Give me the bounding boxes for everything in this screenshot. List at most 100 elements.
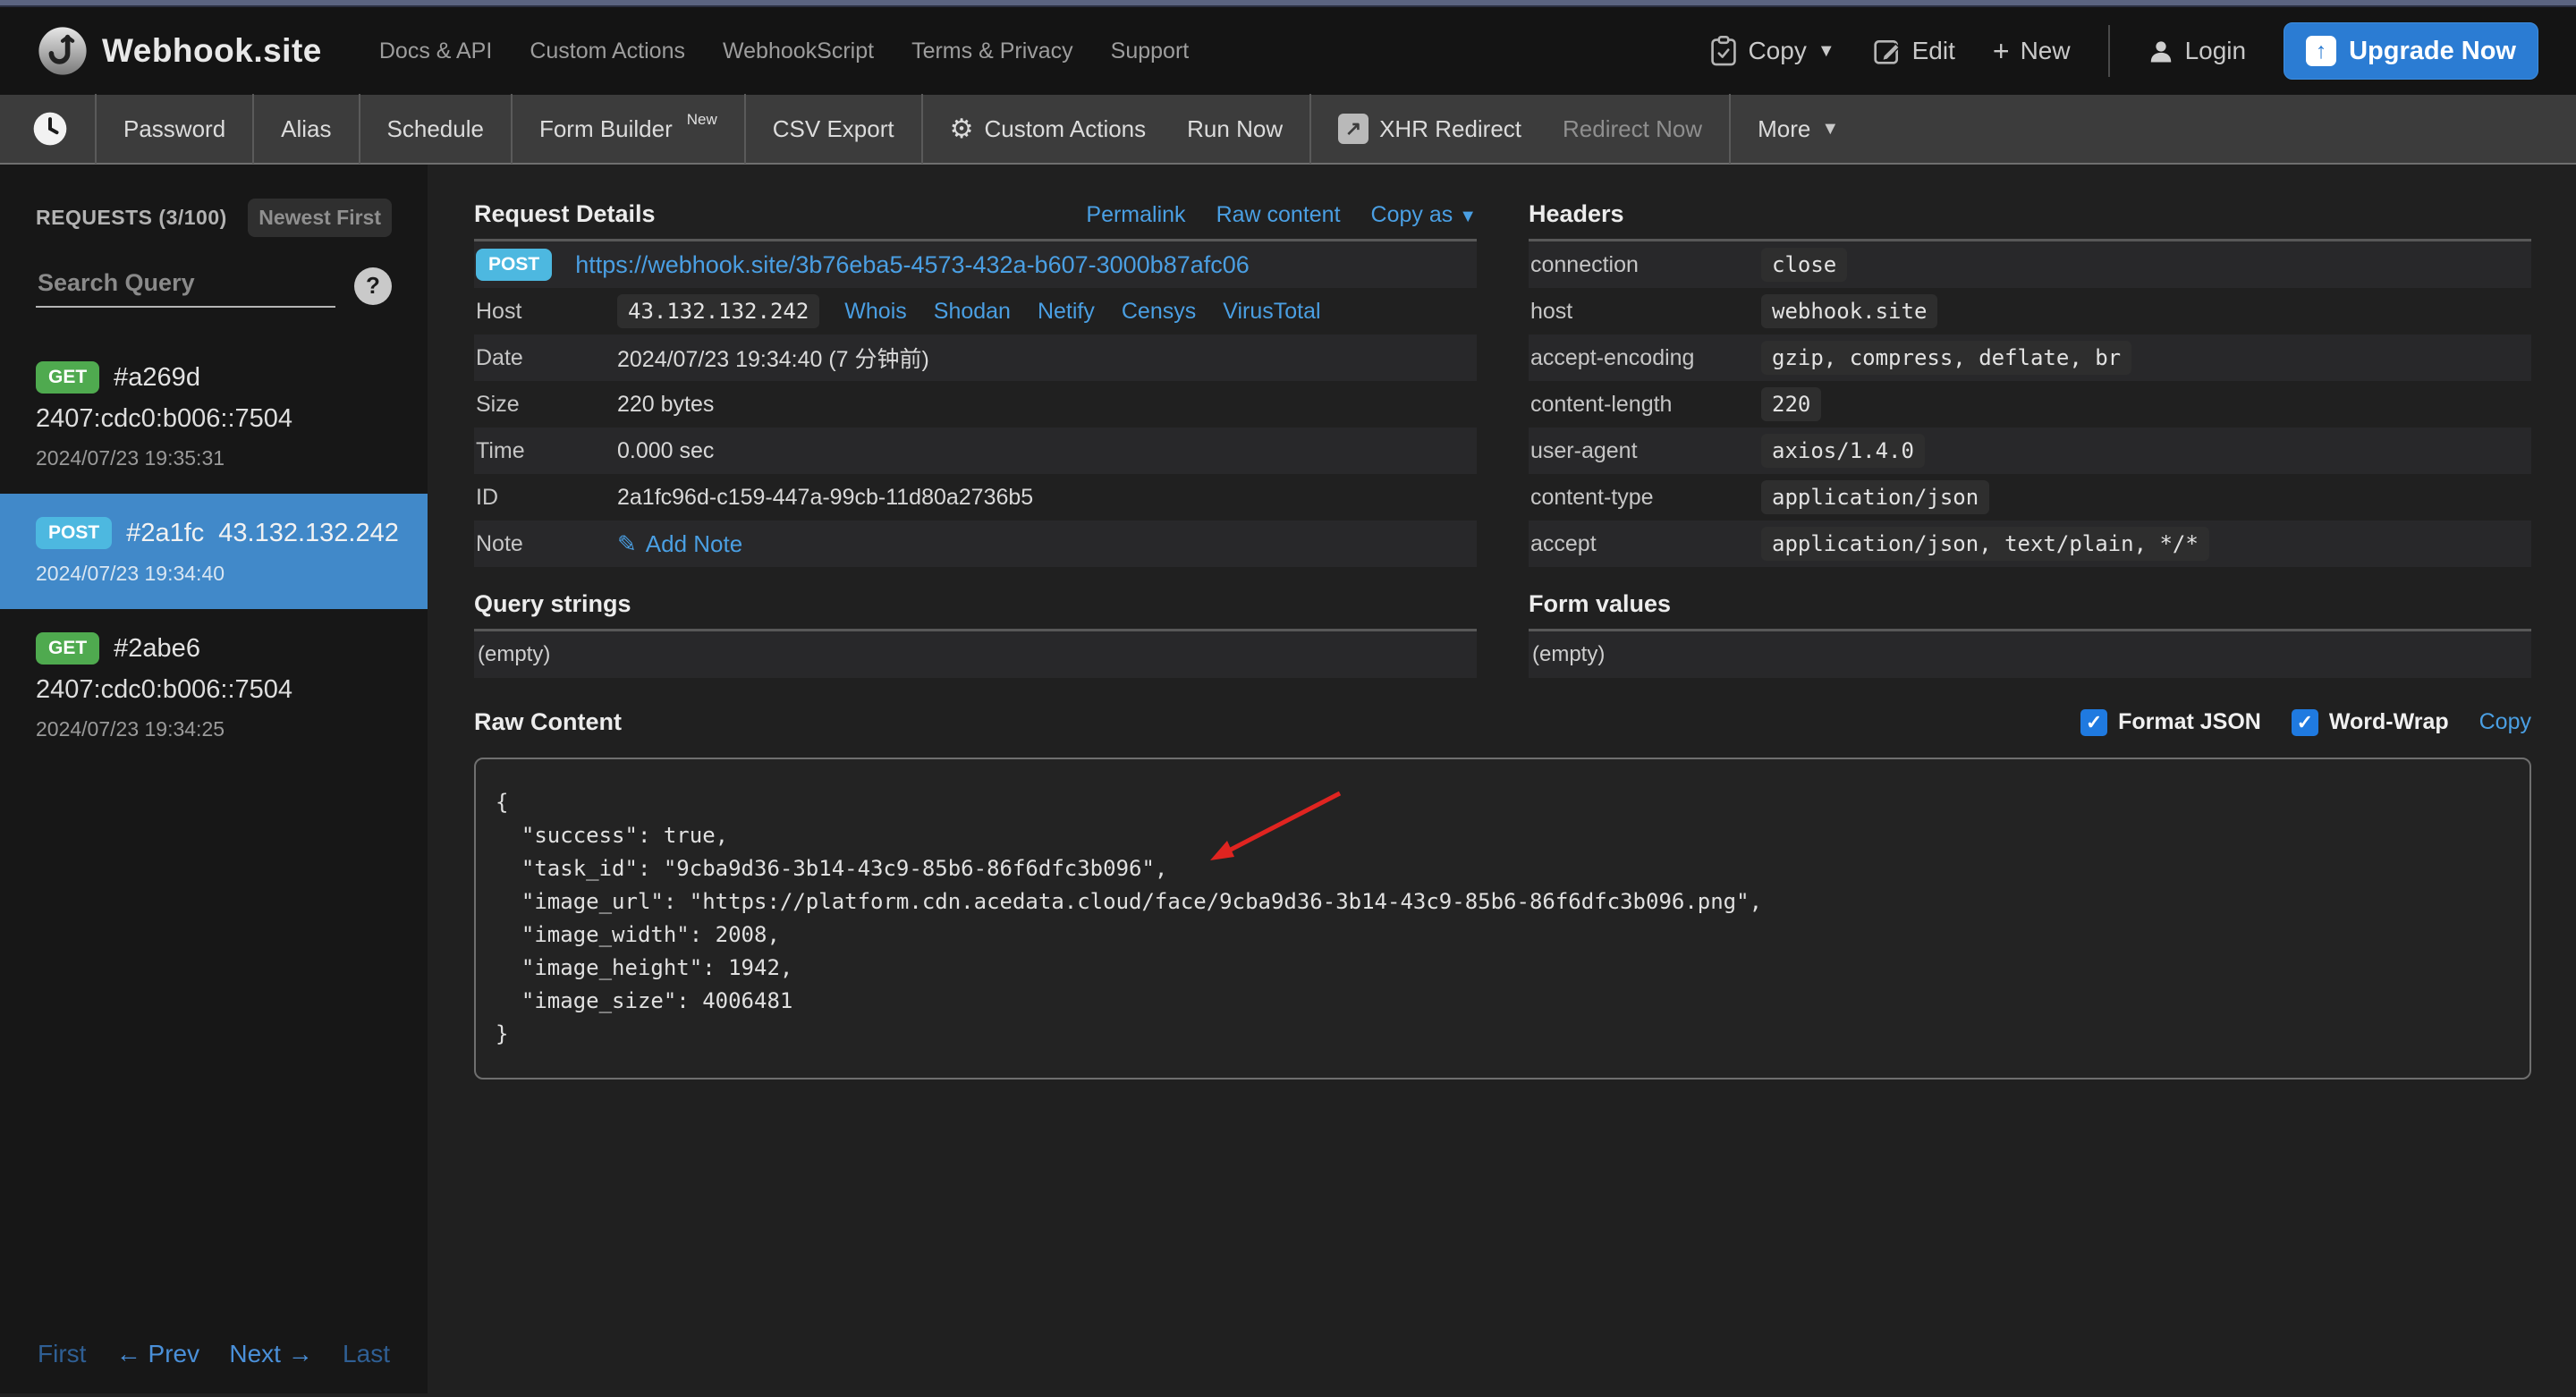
raw-content-box: { "success": true, "task_id": "9cba9d36-…	[474, 758, 2531, 1080]
toolbar-form-builder[interactable]: Form Builder New	[539, 115, 717, 143]
censys-link[interactable]: Censys	[1122, 299, 1196, 325]
form-builder-new-badge: New	[687, 111, 717, 129]
table-row-header: user-agent axios/1.4.0	[1529, 428, 2531, 474]
header-value: application/json, text/plain, */*	[1761, 527, 2209, 561]
search-input[interactable]	[36, 264, 335, 308]
nav-link-terms-privacy[interactable]: Terms & Privacy	[911, 38, 1073, 64]
table-row-time: Time 0.000 sec	[474, 428, 1477, 474]
header-name: accept-encoding	[1530, 345, 1761, 371]
pagination-prev[interactable]: ← Prev	[116, 1340, 199, 1368]
method-badge-post: POST	[476, 249, 552, 281]
copy-as-dropdown[interactable]: Copy as ▼	[1371, 202, 1477, 228]
request-id: #2a1fc	[126, 519, 204, 548]
upgrade-now-button[interactable]: ↑ Upgrade Now	[2284, 22, 2538, 80]
header-name: content-length	[1530, 392, 1761, 418]
request-details-table: POST https://webhook.site/3b76eba5-4573-…	[474, 241, 1477, 567]
add-note-button[interactable]: ✎ Add Note	[617, 530, 742, 558]
form-builder-label: Form Builder	[539, 115, 673, 143]
pagination-first[interactable]: First	[38, 1340, 86, 1368]
request-list-item[interactable]: GET #a269d 2407:cdc0:b006::7504 2024/07/…	[0, 338, 428, 494]
header-name: connection	[1530, 252, 1761, 278]
nav-link-docs-api[interactable]: Docs & API	[379, 38, 492, 64]
chevron-down-icon: ▼	[1818, 41, 1835, 62]
form-values-title: Form values	[1529, 590, 1671, 618]
search-help-button[interactable]: ?	[354, 267, 392, 305]
new-button[interactable]: + New	[1993, 35, 2071, 68]
sort-toggle-button[interactable]: Newest First	[248, 199, 392, 237]
url-toolbar: Password Alias Schedule Form Builder New…	[0, 95, 2576, 165]
login-button[interactable]: Login	[2148, 37, 2247, 65]
chevron-down-icon: ▼	[1459, 207, 1477, 226]
table-row-host: Host 43.132.132.242 Whois Shodan Netify …	[474, 288, 1477, 334]
webhook-logo-icon	[38, 26, 88, 76]
toolbar-schedule[interactable]: Schedule	[387, 115, 484, 143]
toolbar-more[interactable]: More ▼	[1758, 115, 1839, 143]
requests-sidebar: REQUESTS (3/100) Newest First ? GET #a26…	[0, 165, 428, 1393]
requests-counter: REQUESTS (3/100)	[36, 206, 227, 230]
host-label: Host	[476, 299, 617, 325]
date-label: Date	[476, 345, 617, 371]
plus-icon: +	[1993, 35, 2010, 68]
nav-link-custom-actions[interactable]: Custom Actions	[530, 38, 685, 64]
nav-link-support[interactable]: Support	[1111, 38, 1190, 64]
request-date: 2024/07/23 19:34:25	[36, 717, 392, 741]
header-name: user-agent	[1530, 438, 1761, 464]
size-value: 220 bytes	[617, 392, 714, 418]
copy-dropdown[interactable]: Copy ▼	[1710, 36, 1835, 66]
headers-table: connection close host webhook.site accep…	[1529, 241, 2531, 567]
table-row-date: Date 2024/07/23 19:34:40 (7 分钟前)	[474, 334, 1477, 381]
copy-raw-link[interactable]: Copy	[2479, 709, 2531, 735]
table-row-header: accept-encoding gzip, compress, deflate,…	[1529, 334, 2531, 381]
toolbar-alias[interactable]: Alias	[281, 115, 331, 143]
format-json-checkbox[interactable]: ✓ Format JSON	[2080, 709, 2261, 736]
id-value: 2a1fc96d-c159-447a-99cb-11d80a2736b5	[617, 485, 1033, 511]
table-row-url: POST https://webhook.site/3b76eba5-4573-…	[474, 241, 1477, 288]
table-row-header: accept application/json, text/plain, */*	[1529, 521, 2531, 567]
raw-content-link[interactable]: Raw content	[1216, 202, 1341, 228]
request-date: 2024/07/23 19:34:40	[36, 562, 392, 586]
table-row-header: content-type application/json	[1529, 474, 2531, 521]
navbar-actions: Copy ▼ Edit + New Login ↑ Upgrade Now	[1710, 22, 2538, 80]
shodan-link[interactable]: Shodan	[934, 299, 1011, 325]
pagination-last[interactable]: Last	[343, 1340, 390, 1368]
header-value: application/json	[1761, 480, 1989, 514]
toolbar-csv-export[interactable]: CSV Export	[773, 115, 894, 143]
header-value: close	[1761, 248, 1847, 282]
request-list-item-selected[interactable]: POST #2a1fc 43.132.132.242 2024/07/23 19…	[0, 494, 428, 609]
checkbox-checked-icon: ✓	[2080, 709, 2107, 736]
nav-link-webhookscript[interactable]: WebhookScript	[723, 38, 874, 64]
pagination: First ← Prev Next → Last	[38, 1340, 390, 1368]
toolbar-custom-actions[interactable]: ⚙ Custom Actions	[950, 114, 1147, 145]
note-label: Note	[476, 531, 617, 557]
clock-icon	[32, 111, 68, 147]
word-wrap-checkbox[interactable]: ✓ Word-Wrap	[2292, 709, 2449, 736]
header-value: axios/1.4.0	[1761, 434, 1925, 468]
request-ip: 43.132.132.242	[218, 519, 399, 548]
size-label: Size	[476, 392, 617, 418]
netify-link[interactable]: Netify	[1038, 299, 1095, 325]
table-row-id: ID 2a1fc96d-c159-447a-99cb-11d80a2736b5	[474, 474, 1477, 521]
navbar: Webhook.site Docs & API Custom Actions W…	[0, 7, 2576, 95]
toolbar-run-now[interactable]: Run Now	[1187, 115, 1283, 143]
history-clock-button[interactable]	[32, 111, 68, 147]
add-note-label: Add Note	[646, 530, 742, 558]
whois-link[interactable]: Whois	[844, 299, 906, 325]
toolbar-password[interactable]: Password	[123, 115, 225, 143]
toolbar-redirect-now[interactable]: Redirect Now	[1563, 115, 1702, 143]
virustotal-link[interactable]: VirusTotal	[1223, 299, 1320, 325]
request-list-item[interactable]: GET #2abe6 2407:cdc0:b006::7504 2024/07/…	[0, 609, 428, 765]
headers-title: Headers	[1529, 200, 1624, 228]
method-badge-get: GET	[36, 361, 99, 394]
header-value: 220	[1761, 387, 1821, 421]
external-arrow-icon: ↗	[1338, 114, 1368, 144]
request-url-link[interactable]: https://webhook.site/3b76eba5-4573-432a-…	[575, 251, 1250, 279]
permalink-link[interactable]: Permalink	[1086, 202, 1185, 228]
raw-content-section: Raw Content ✓ Format JSON ✓ Word-Wrap Co…	[474, 708, 2531, 1080]
pagination-next[interactable]: Next →	[229, 1340, 312, 1368]
toolbar-xhr-redirect[interactable]: ↗ XHR Redirect	[1338, 114, 1521, 144]
brand[interactable]: Webhook.site	[38, 26, 322, 76]
request-details-title: Request Details	[474, 200, 656, 228]
table-row-header: connection close	[1529, 241, 2531, 288]
edit-button[interactable]: Edit	[1873, 37, 1955, 65]
time-value: 0.000 sec	[617, 438, 714, 464]
